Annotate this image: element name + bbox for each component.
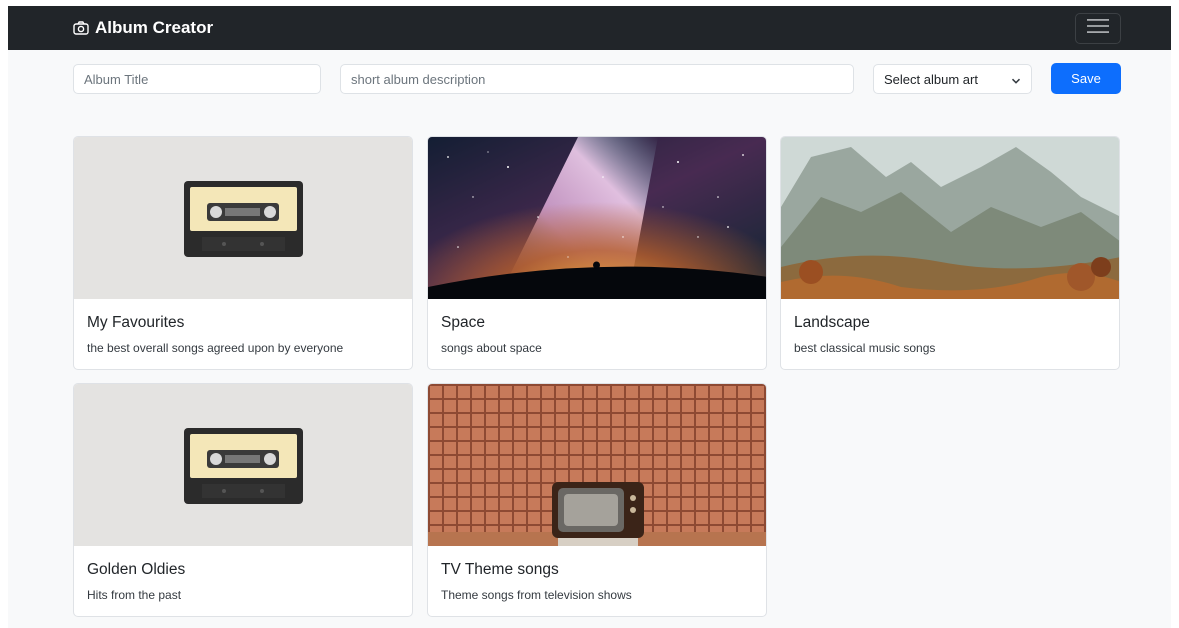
album-art-select-value: Select album art [884,71,978,87]
brand-title: Album Creator [95,18,214,37]
album-description: best classical music songs [794,341,936,355]
album-title: My Favourites [87,314,185,331]
album-title-input[interactable] [73,64,321,94]
mountain-landscape-painting-image [781,137,1119,299]
camera-icon [73,21,89,35]
navbar: Album Creator [8,6,1171,50]
retro-tv-on-plaid-wall-image [428,384,766,546]
album-card[interactable]: My Favourites the best overall songs agr… [73,136,413,370]
album-title: Space [441,314,485,331]
cassette-tape-image [74,137,412,299]
album-description: Hits from the past [87,588,182,602]
milky-way-night-sky-image [428,137,766,299]
album-title: TV Theme songs [441,561,559,578]
hamburger-menu-icon [1087,18,1109,39]
chevron-down-icon [1011,74,1021,89]
navbar-toggler-button[interactable] [1075,13,1121,44]
album-art-select[interactable]: Select album art [873,64,1032,94]
cassette-tape-image [74,384,412,546]
album-description: songs about space [441,341,542,355]
album-title: Golden Oldies [87,561,186,578]
album-card[interactable]: Space songs about space [427,136,767,370]
app-frame: Album Creator Select album art Save [8,6,1171,628]
save-button[interactable]: Save [1051,63,1121,94]
album-description-input[interactable] [340,64,854,94]
album-card[interactable]: Golden Oldies Hits from the past [73,383,413,617]
album-description: Theme songs from television shows [441,588,632,602]
brand-link[interactable]: Album Creator [73,18,213,38]
album-description: the best overall songs agreed upon by ev… [87,341,344,355]
album-card[interactable]: TV Theme songs Theme songs from televisi… [427,383,767,617]
album-card[interactable]: Landscape best classical music songs [780,136,1120,370]
album-title: Landscape [794,314,870,331]
